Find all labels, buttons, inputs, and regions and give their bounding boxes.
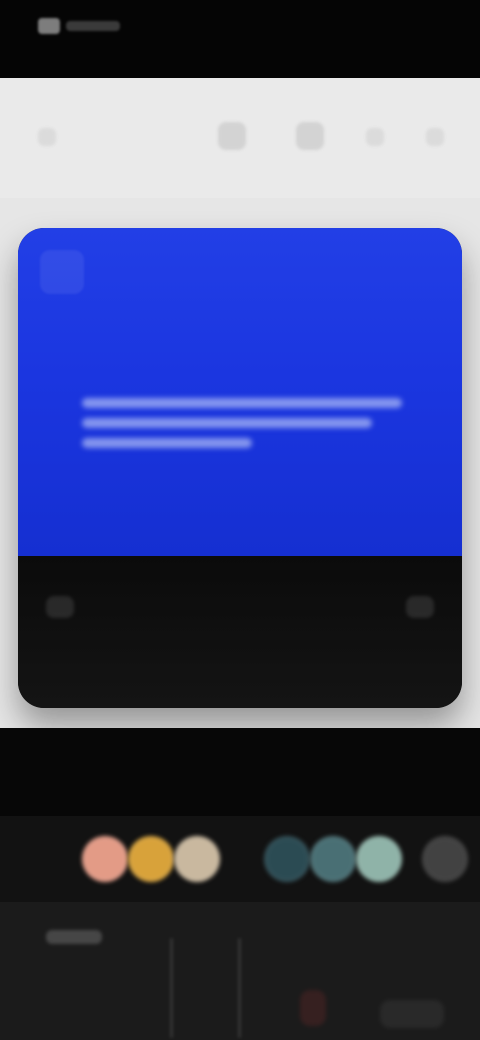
selected-control-marker[interactable] xyxy=(300,990,326,1026)
top-left-label xyxy=(66,21,120,31)
preview-area xyxy=(0,78,480,728)
slider-track-1[interactable] xyxy=(170,938,173,1038)
slider-track-2[interactable] xyxy=(238,938,241,1038)
device-bottom-area xyxy=(18,556,462,708)
preview-subtext xyxy=(82,388,412,448)
swatch-gray[interactable] xyxy=(422,836,468,882)
preview-toolbar xyxy=(0,78,480,198)
toolbar-center-icon-2[interactable] xyxy=(296,122,324,150)
bottom-editor-panel xyxy=(0,902,480,1040)
top-left-icon[interactable] xyxy=(38,18,60,34)
device-screen xyxy=(18,228,462,556)
toolbar-right-icon-2[interactable] xyxy=(426,128,444,146)
swatch-peach[interactable] xyxy=(82,836,128,882)
device-nav-right-icon xyxy=(406,596,434,618)
swatch-mint[interactable] xyxy=(356,836,402,882)
subtext-line-3 xyxy=(82,438,252,448)
subtext-line-1 xyxy=(82,398,402,408)
device-preview-card xyxy=(18,228,462,708)
swatch-beige[interactable] xyxy=(174,836,220,882)
device-nav-left-icon xyxy=(46,596,74,618)
photo-editor-screen xyxy=(0,0,480,1040)
device-corner-badge xyxy=(40,250,84,294)
preview-divider xyxy=(0,728,480,816)
toolbar-right-icon-1[interactable] xyxy=(366,128,384,146)
swatch-gold[interactable] xyxy=(128,836,174,882)
toolbar-center-icon-1[interactable] xyxy=(218,122,246,150)
bottom-right-control[interactable] xyxy=(380,1000,444,1028)
swatch-teal-dark[interactable] xyxy=(264,836,310,882)
toolbar-left-icon[interactable] xyxy=(38,128,56,146)
color-swatch-row xyxy=(0,816,480,902)
subtext-line-2 xyxy=(82,418,372,428)
swatch-teal[interactable] xyxy=(310,836,356,882)
control-label xyxy=(46,930,102,944)
top-bar xyxy=(0,0,480,78)
